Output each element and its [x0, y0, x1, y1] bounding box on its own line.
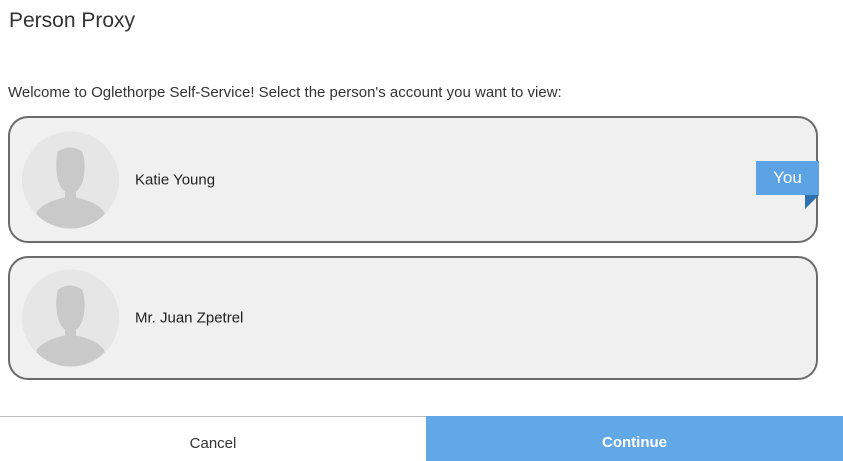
- continue-button[interactable]: Continue: [426, 416, 843, 461]
- dialog-footer: Cancel Continue: [0, 416, 843, 461]
- person-silhouette-icon: [22, 269, 119, 367]
- person-card-juan-zpetrel[interactable]: Mr. Juan Zpetrel: [8, 256, 818, 380]
- intro-text: Welcome to Oglethorpe Self-Service! Sele…: [8, 84, 562, 101]
- person-proxy-dialog: Person Proxy Welcome to Oglethorpe Self-…: [0, 0, 843, 461]
- person-card-katie-young[interactable]: Katie Young You: [8, 116, 819, 243]
- cancel-button[interactable]: Cancel: [0, 417, 426, 461]
- you-badge: You: [756, 161, 819, 195]
- badge-fold: [805, 195, 819, 209]
- person-name: Mr. Juan Zpetrel: [135, 309, 244, 327]
- person-name: Katie Young: [135, 171, 216, 188]
- person-silhouette-icon: [22, 131, 119, 228]
- dialog-title: Person Proxy: [9, 9, 136, 32]
